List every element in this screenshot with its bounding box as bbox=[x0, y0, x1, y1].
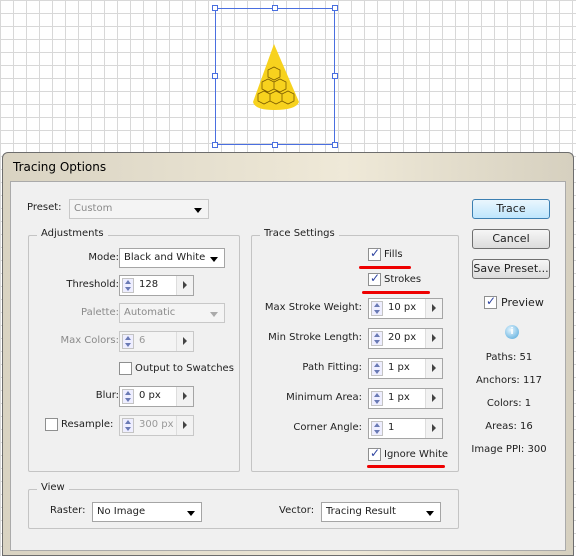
chevron-down-icon bbox=[210, 257, 218, 262]
info-icon: i bbox=[505, 325, 519, 339]
path-fitting-stepper[interactable]: 1 px bbox=[368, 358, 443, 379]
raster-label: Raster: bbox=[50, 505, 86, 516]
palette-dropdown[interactable]: Automatic bbox=[119, 303, 225, 323]
ignore-white-label: Ignore White bbox=[384, 449, 449, 460]
stat-areas: Areas: 16 bbox=[485, 421, 533, 432]
trace-settings-group: Trace Settings Fills Strokes Max Stroke … bbox=[251, 228, 459, 472]
max-colors-stepper[interactable]: 6 bbox=[119, 331, 194, 352]
strokes-label: Strokes bbox=[384, 274, 422, 285]
preset-label: Preset: bbox=[27, 202, 62, 213]
vector-dropdown[interactable]: Tracing Result bbox=[321, 502, 441, 522]
preview-checkbox[interactable] bbox=[484, 294, 497, 309]
red-underline-annotation bbox=[359, 266, 411, 269]
resample-label: Resample: bbox=[61, 419, 114, 430]
resample-value: 300 px bbox=[139, 419, 174, 430]
min-stroke-length-label: Min Stroke Length: bbox=[268, 332, 362, 343]
fills-checkbox[interactable] bbox=[368, 246, 381, 261]
blur-label: Blur: bbox=[95, 390, 119, 401]
raster-dropdown[interactable]: No Image bbox=[92, 502, 202, 522]
path-fitting-value: 1 px bbox=[388, 362, 410, 373]
palette-label: Palette: bbox=[80, 307, 119, 318]
strokes-checkbox[interactable] bbox=[368, 271, 381, 286]
blur-value: 0 px bbox=[139, 390, 161, 401]
stat-image-ppi: Image PPI: 300 bbox=[471, 444, 547, 455]
output-to-swatches-label: Output to Swatches bbox=[135, 363, 234, 374]
output-to-swatches-checkbox[interactable] bbox=[119, 362, 132, 375]
traced-cone-shape bbox=[253, 44, 299, 110]
path-fitting-label: Path Fitting: bbox=[302, 362, 362, 373]
preset-dropdown[interactable]: Custom bbox=[69, 199, 209, 219]
min-stroke-length-stepper[interactable]: 20 px bbox=[368, 328, 443, 349]
mode-label: Mode: bbox=[88, 252, 119, 263]
fills-label: Fills bbox=[384, 249, 403, 260]
corner-angle-label: Corner Angle: bbox=[293, 422, 362, 433]
resize-handle[interactable] bbox=[332, 142, 338, 148]
vector-value: Tracing Result bbox=[326, 506, 396, 517]
view-legend: View bbox=[37, 482, 69, 493]
max-stroke-weight-stepper[interactable]: 10 px bbox=[368, 298, 443, 319]
blur-stepper[interactable]: 0 px bbox=[119, 386, 194, 407]
resize-handle[interactable] bbox=[332, 5, 338, 11]
adjustments-group: Adjustments Mode: Black and White Thresh… bbox=[28, 228, 240, 472]
corner-angle-value: 1 bbox=[388, 422, 395, 433]
threshold-value: 128 bbox=[139, 279, 159, 290]
raster-value: No Image bbox=[97, 506, 146, 517]
red-underline-annotation bbox=[367, 465, 445, 468]
preset-value: Custom bbox=[74, 203, 113, 214]
trace-button[interactable]: Trace bbox=[472, 199, 550, 219]
minimum-area-stepper[interactable]: 1 px bbox=[368, 388, 443, 409]
chevron-down-icon bbox=[210, 312, 218, 317]
resample-stepper[interactable]: 300 px bbox=[119, 415, 194, 436]
resample-checkbox[interactable] bbox=[45, 418, 58, 431]
palette-value: Automatic bbox=[124, 307, 176, 318]
cancel-button[interactable]: Cancel bbox=[472, 229, 550, 249]
mode-dropdown[interactable]: Black and White bbox=[119, 248, 225, 268]
resize-handle[interactable] bbox=[212, 73, 218, 79]
stat-anchors: Anchors: 117 bbox=[475, 375, 543, 386]
max-colors-value: 6 bbox=[139, 335, 146, 346]
view-group: View Raster: No Image Vector: Tracing Re… bbox=[28, 482, 459, 529]
chevron-down-icon bbox=[426, 511, 434, 516]
dialog-body: Preset: Custom Adjustments Mode: Black a… bbox=[10, 181, 566, 551]
stat-colors: Colors: 1 bbox=[486, 398, 532, 409]
slider-arrow-icon[interactable] bbox=[176, 276, 193, 295]
save-preset-button[interactable]: Save Preset... bbox=[472, 259, 550, 279]
minimum-area-value: 1 px bbox=[388, 392, 410, 403]
mode-value: Black and White bbox=[124, 252, 206, 263]
stat-paths: Paths: 51 bbox=[485, 352, 533, 363]
max-stroke-weight-label: Max Stroke Weight: bbox=[264, 302, 362, 313]
selection-bounding-box[interactable] bbox=[215, 8, 335, 145]
vector-label: Vector: bbox=[279, 505, 315, 516]
chevron-down-icon bbox=[187, 511, 195, 516]
resize-handle[interactable] bbox=[332, 73, 338, 79]
ignore-white-checkbox[interactable] bbox=[368, 446, 381, 461]
corner-angle-stepper[interactable]: 1 bbox=[368, 418, 443, 439]
minimum-area-label: Minimum Area: bbox=[286, 392, 362, 403]
trace-settings-legend: Trace Settings bbox=[260, 228, 339, 239]
red-underline-annotation bbox=[362, 291, 430, 294]
max-colors-label: Max Colors: bbox=[60, 335, 119, 346]
resize-handle[interactable] bbox=[272, 142, 278, 148]
min-stroke-length-value: 20 px bbox=[388, 332, 417, 343]
max-stroke-weight-value: 10 px bbox=[388, 302, 417, 313]
dialog-title: Tracing Options bbox=[13, 160, 107, 174]
threshold-label: Threshold: bbox=[66, 279, 119, 290]
chevron-down-icon bbox=[194, 208, 202, 213]
resize-handle[interactable] bbox=[212, 5, 218, 11]
resize-handle[interactable] bbox=[272, 5, 278, 11]
adjustments-legend: Adjustments bbox=[37, 228, 108, 239]
resize-handle[interactable] bbox=[212, 142, 218, 148]
threshold-stepper[interactable]: 128 bbox=[119, 275, 194, 296]
preview-label: Preview bbox=[501, 296, 544, 309]
tracing-options-dialog: Tracing Options Preset: Custom Adjustmen… bbox=[2, 152, 574, 556]
